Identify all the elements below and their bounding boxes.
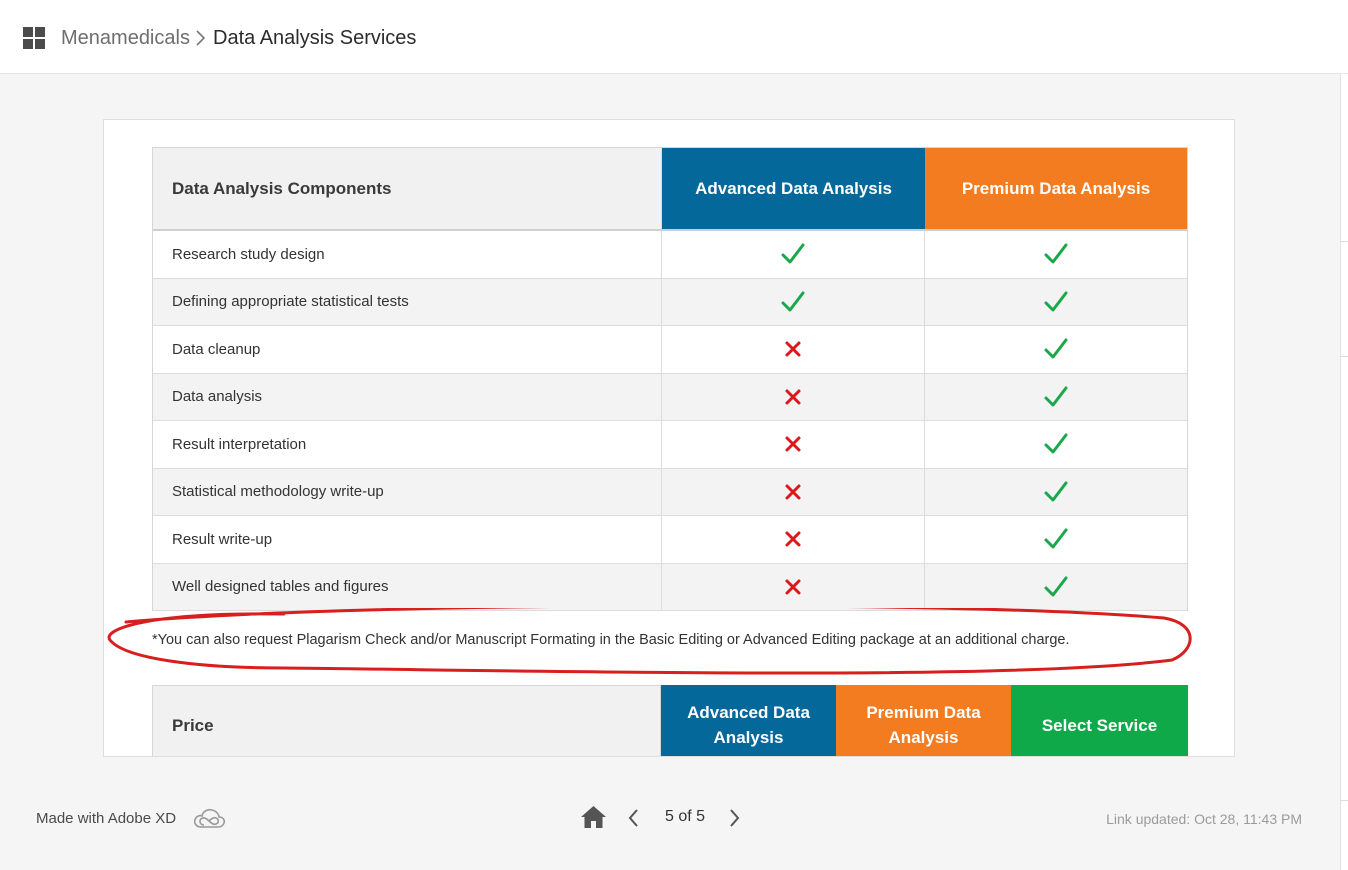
chevron-right-icon <box>196 30 206 46</box>
checkmark-icon <box>925 326 1187 373</box>
cross-icon <box>662 468 925 515</box>
table-row: Result interpretation <box>153 421 1187 469</box>
scrollbar-divider <box>1340 800 1348 801</box>
table-row: Data cleanup <box>153 326 1187 374</box>
component-label: Defining appropriate statistical tests <box>153 278 662 325</box>
table-row: Research study design <box>153 231 1187 279</box>
table-row: Defining appropriate statistical tests <box>153 278 1187 326</box>
chevron-left-icon[interactable] <box>626 807 642 829</box>
comparison-table: Data Analysis Components Advanced Data A… <box>152 147 1188 611</box>
breadcrumb-root-link[interactable]: Menamedicals <box>61 26 190 50</box>
table-row: Well designed tables and figures <box>153 563 1187 611</box>
premium-header: Premium Data Analysis <box>925 148 1187 229</box>
cross-icon <box>662 326 925 373</box>
link-updated-timestamp: Link updated: Oct 28, 11:43 PM <box>1106 811 1302 827</box>
component-label: Data analysis <box>153 373 662 420</box>
additional-charge-note: *You can also request Plagarism Check an… <box>152 632 1070 648</box>
table-row: Statistical methodology write-up <box>153 468 1187 516</box>
table-row: Result write-up <box>153 516 1187 564</box>
home-icon[interactable] <box>580 805 607 829</box>
price-advanced-header: Advanced Data Analysis <box>661 685 836 756</box>
made-with-label: Made with Adobe XD <box>36 810 177 827</box>
component-label: Result write-up <box>153 516 662 563</box>
select-service-button[interactable]: Select Service <box>1011 685 1188 756</box>
advanced-header: Advanced Data Analysis <box>662 148 925 229</box>
checkmark-icon <box>925 231 1187 278</box>
comparison-table-header: Data Analysis Components Advanced Data A… <box>153 147 1187 231</box>
scrollbar-divider <box>1340 356 1348 357</box>
top-bar: Menamedicals Data Analysis Services <box>0 0 1348 74</box>
creative-cloud-icon[interactable] <box>192 806 226 832</box>
page-title: Data Analysis Services <box>213 27 417 49</box>
component-label: Well designed tables and figures <box>153 563 662 610</box>
price-label: Price <box>152 685 661 756</box>
chevron-right-icon[interactable] <box>726 807 742 829</box>
page-indicator: 5 of 5 <box>664 808 706 825</box>
components-header: Data Analysis Components <box>153 148 662 229</box>
checkmark-icon <box>925 469 1187 516</box>
table-row: Data analysis <box>153 373 1187 421</box>
scrollbar[interactable] <box>1340 74 1348 870</box>
cross-icon <box>662 421 925 468</box>
price-premium-header: Premium Data Analysis <box>836 685 1011 756</box>
component-label: Statistical methodology write-up <box>153 468 662 515</box>
cross-icon <box>662 563 925 610</box>
grid-icon[interactable] <box>23 27 45 49</box>
checkmark-icon <box>662 278 925 325</box>
cross-icon <box>662 516 925 563</box>
price-table: Price Advanced Data Analysis Premium Dat… <box>152 685 1188 756</box>
checkmark-icon <box>925 374 1187 421</box>
checkmark-icon <box>925 279 1187 326</box>
scrollbar-divider <box>1340 241 1348 242</box>
artboard: Data Analysis Components Advanced Data A… <box>103 119 1235 757</box>
component-label: Research study design <box>153 231 662 278</box>
component-label: Result interpretation <box>153 421 662 468</box>
checkmark-icon <box>925 421 1187 468</box>
checkmark-icon <box>925 516 1187 563</box>
checkmark-icon <box>662 231 925 278</box>
component-label: Data cleanup <box>153 326 662 373</box>
cross-icon <box>662 373 925 420</box>
checkmark-icon <box>925 564 1187 611</box>
